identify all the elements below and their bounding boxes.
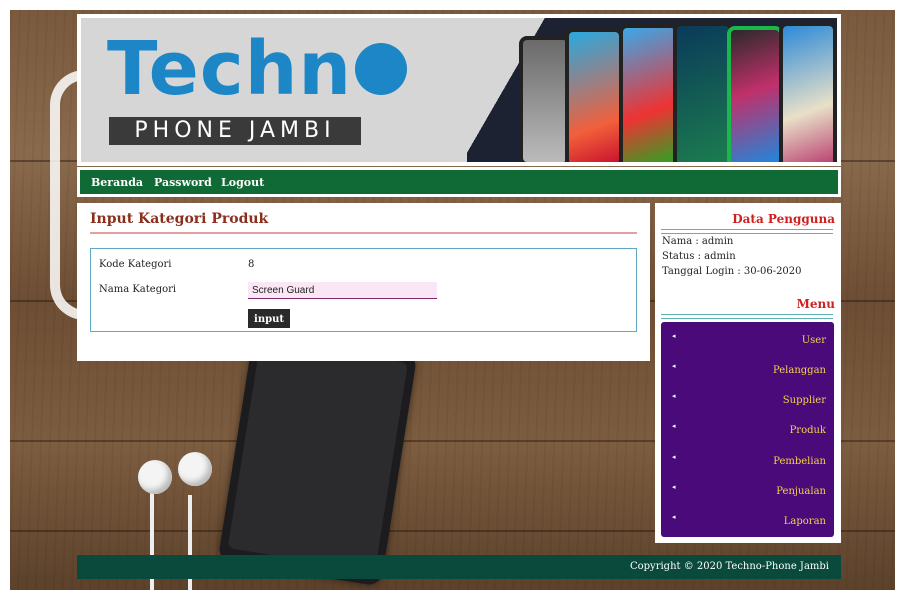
- kode-kategori-value: 8: [248, 259, 255, 270]
- earbud-image: [138, 460, 172, 494]
- menu-item-penjualan[interactable]: ◂ Penjualan: [661, 476, 834, 506]
- sidebar-menu: ◂ User ◂ Pelanggan ◂ Supplier ◂ Produk ◂…: [661, 322, 834, 537]
- smartphone-image: [217, 328, 418, 587]
- sidebar-divider: [661, 229, 833, 234]
- copyright-text: Copyright © 2020 Techno-Phone Jambi: [629, 561, 829, 572]
- kategori-form: Kode Kategori 8 Nama Kategori input: [90, 248, 637, 332]
- logo-subtitle: PHONE JAMBI: [109, 117, 361, 145]
- nama-kategori-label: Nama Kategori: [99, 284, 177, 295]
- menu-divider: [661, 314, 833, 319]
- phones-banner-image: [467, 18, 837, 162]
- menu-item-pelanggan[interactable]: ◂ Pelanggan: [661, 355, 834, 385]
- page-footer: Copyright © 2020 Techno-Phone Jambi: [77, 555, 841, 579]
- tanggal-login-text: Tanggal Login : 30-06-2020: [662, 266, 802, 277]
- menu-item-produk[interactable]: ◂ Produk: [661, 415, 834, 445]
- arrow-left-icon: ◂: [672, 422, 676, 430]
- nav-logout-link[interactable]: Logout: [221, 176, 264, 189]
- arrow-left-icon: ◂: [672, 453, 676, 461]
- header-banner: Techn PHONE JAMBI: [77, 14, 841, 166]
- menu-item-pembelian[interactable]: ◂ Pembelian: [661, 446, 834, 476]
- user-nama-text: Nama : admin: [662, 236, 734, 247]
- earbud-image: [178, 452, 212, 486]
- page-title: Input Kategori Produk: [90, 211, 269, 227]
- input-submit-button[interactable]: input: [248, 309, 290, 328]
- top-navbar: Beranda Password Logout: [77, 167, 841, 197]
- arrow-left-icon: ◂: [672, 332, 676, 340]
- arrow-left-icon: ◂: [672, 513, 676, 521]
- menu-item-laporan[interactable]: ◂ Laporan: [661, 506, 834, 536]
- logo-techno-text: Techn: [107, 32, 408, 106]
- kode-kategori-label: Kode Kategori: [99, 259, 172, 270]
- menu-heading: Menu: [796, 297, 835, 311]
- menu-item-user[interactable]: ◂ User: [661, 325, 834, 355]
- arrow-left-icon: ◂: [672, 392, 676, 400]
- nav-password-link[interactable]: Password: [154, 176, 212, 189]
- sidebar-panel: Data Pengguna Nama : admin Status : admi…: [655, 203, 841, 543]
- logo-o-emblem-icon: [355, 43, 408, 96]
- menu-item-supplier[interactable]: ◂ Supplier: [661, 385, 834, 415]
- nav-beranda-link[interactable]: Beranda: [91, 176, 143, 189]
- arrow-left-icon: ◂: [672, 483, 676, 491]
- main-content-panel: Input Kategori Produk Kode Kategori 8 Na…: [77, 203, 650, 361]
- title-divider: [90, 232, 637, 234]
- user-status-text: Status : admin: [662, 251, 736, 262]
- data-pengguna-heading: Data Pengguna: [732, 212, 835, 226]
- nama-kategori-input[interactable]: [248, 282, 437, 299]
- arrow-left-icon: ◂: [672, 362, 676, 370]
